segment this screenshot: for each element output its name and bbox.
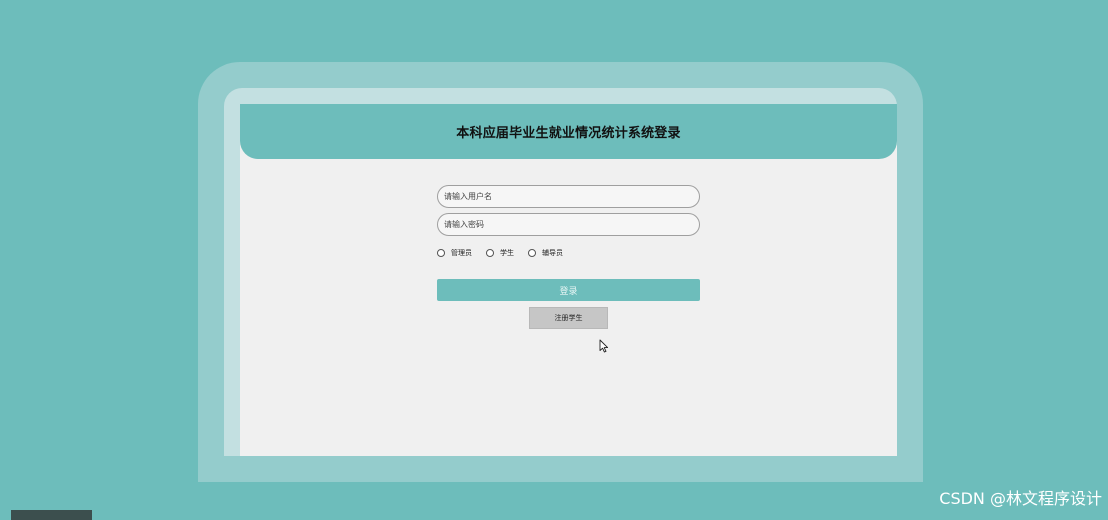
- role-option-admin[interactable]: 管理员: [437, 248, 472, 258]
- username-input[interactable]: [437, 185, 700, 208]
- watermark: CSDN @林文程序设计: [939, 489, 1102, 508]
- login-button[interactable]: 登录: [437, 279, 700, 301]
- radio-icon[interactable]: [486, 249, 494, 257]
- register-student-button[interactable]: 注册学生: [529, 307, 608, 329]
- header-bar: 本科应届毕业生就业情况统计系统登录: [240, 104, 897, 159]
- page-title: 本科应届毕业生就业情况统计系统登录: [456, 126, 681, 141]
- role-label: 学生: [500, 249, 514, 257]
- corner-widget: [11, 510, 92, 520]
- radio-icon[interactable]: [437, 249, 445, 257]
- role-option-counselor[interactable]: 辅导员: [528, 248, 563, 258]
- role-label: 辅导员: [542, 249, 563, 257]
- role-option-student[interactable]: 学生: [486, 248, 514, 258]
- radio-icon[interactable]: [528, 249, 536, 257]
- password-input[interactable]: [437, 213, 700, 236]
- role-label: 管理员: [451, 249, 472, 257]
- role-selector: 管理员 学生 辅导员: [437, 247, 577, 259]
- mouse-pointer-icon: [599, 339, 609, 353]
